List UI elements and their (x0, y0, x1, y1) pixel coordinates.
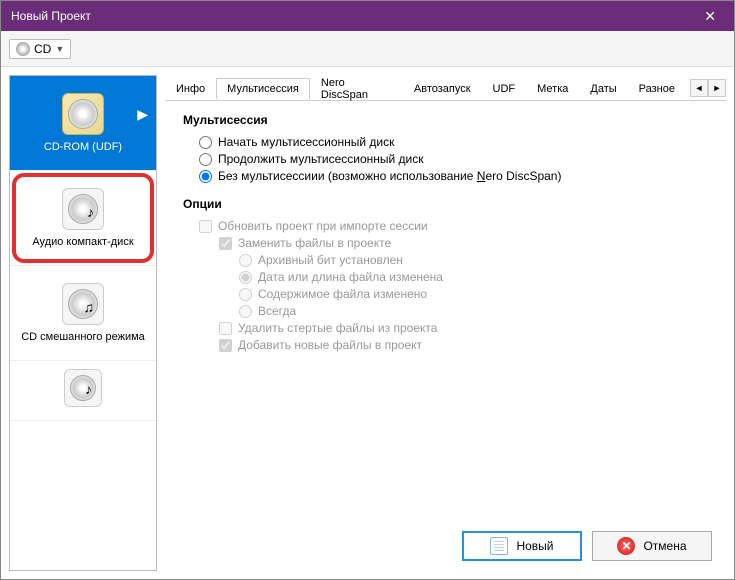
radio-always: Всегда (239, 304, 708, 318)
tab-misc[interactable]: Разное (628, 78, 686, 99)
sidebar-item-label: CD смешанного режима (17, 331, 149, 343)
options-title: Опции (183, 197, 708, 211)
radio-input[interactable] (199, 136, 212, 149)
radio-input (239, 271, 252, 284)
tab-autorun[interactable]: Автозапуск (403, 78, 482, 99)
check-label: Удалить стертые файлы из проекта (238, 321, 437, 335)
radio-input (239, 305, 252, 318)
content-area: ▶ CD-ROM (UDF) ♪ Аудио компакт-диск ♫ CD… (1, 67, 734, 579)
chevron-down-icon: ▼ (55, 44, 64, 54)
check-update-project: Обновить проект при импорте сессии (199, 219, 708, 233)
tab-info[interactable]: Инфо (165, 78, 216, 99)
checkbox-input (219, 237, 232, 250)
tab-label[interactable]: Метка (526, 78, 579, 99)
disc-icon (16, 42, 30, 56)
new-button[interactable]: Новый (462, 531, 582, 561)
disc-icon: ♪ (64, 369, 102, 407)
tab-scroll: ◄ ► (690, 79, 726, 97)
check-label: Заменить файлы в проекте (238, 236, 391, 250)
sidebar-item-extra[interactable]: ♪ (10, 361, 156, 421)
tab-scroll-right[interactable]: ► (708, 79, 726, 97)
check-delete-erased: Удалить стертые файлы из проекта (219, 321, 708, 335)
radio-archive-bit: Архивный бит установлен (239, 253, 708, 267)
sidebar-item-audio-cd[interactable]: ♪ Аудио компакт-диск (10, 171, 156, 266)
radio-label: Начать мультисессионный диск (218, 135, 394, 149)
checkbox-input (219, 339, 232, 352)
tab-bar: Инфо Мультисессия Nero DiscSpan Автозапу… (165, 75, 726, 101)
radio-label: Без мультисессиии (возможно использовани… (218, 169, 561, 183)
radio-input[interactable] (199, 170, 212, 183)
audio-disc-icon: ♪ (62, 188, 104, 230)
toolbar: CD ▼ (1, 31, 734, 67)
window-title: Новый Проект (11, 9, 91, 23)
main-panel: Инфо Мультисессия Nero DiscSpan Автозапу… (165, 75, 726, 571)
disc-type-dropdown[interactable]: CD ▼ (9, 39, 71, 59)
multisession-title: Мультисессия (183, 113, 708, 127)
sidebar-item-mixed-cd[interactable]: ♫ CD смешанного режима (10, 266, 156, 361)
radio-content-changed: Содержимое файла изменено (239, 287, 708, 301)
tab-scroll-left[interactable]: ◄ (690, 79, 708, 97)
new-doc-icon (490, 537, 508, 555)
radio-input (239, 288, 252, 301)
close-button[interactable]: ✕ (696, 8, 724, 25)
radio-start-multisession[interactable]: Начать мультисессионный диск (199, 135, 708, 149)
checkbox-input (199, 220, 212, 233)
mixed-disc-icon: ♫ (62, 283, 104, 325)
tab-discspan[interactable]: Nero DiscSpan (310, 72, 403, 105)
check-replace-files: Заменить файлы в проекте (219, 236, 708, 250)
new-project-window: Новый Проект ✕ CD ▼ ▶ CD-ROM (UDF) ♪ Ауд… (0, 0, 735, 580)
check-add-new: Добавить новые файлы в проект (219, 338, 708, 352)
sidebar-item-label: Аудио компакт-диск (28, 236, 137, 248)
sidebar-item-cdrom-udf[interactable]: ▶ CD-ROM (UDF) (10, 76, 156, 171)
footer-buttons: Новый ✕ Отмена (165, 521, 726, 571)
titlebar: Новый Проект ✕ (1, 1, 734, 31)
radio-label: Всегда (258, 304, 296, 318)
check-label: Добавить новые файлы в проект (238, 338, 422, 352)
tab-multisession[interactable]: Мультисессия (216, 78, 310, 99)
check-label: Обновить проект при импорте сессии (218, 219, 428, 233)
folder-disc-icon (62, 93, 104, 135)
project-type-sidebar: ▶ CD-ROM (UDF) ♪ Аудио компакт-диск ♫ CD… (9, 75, 157, 571)
button-label: Новый (516, 539, 553, 553)
radio-continue-multisession[interactable]: Продолжить мультисессионный диск (199, 152, 708, 166)
checkbox-input (219, 322, 232, 335)
tab-udf[interactable]: UDF (482, 78, 527, 99)
button-label: Отмена (643, 539, 686, 553)
radio-no-multisession[interactable]: Без мультисессиии (возможно использовани… (199, 169, 708, 183)
sidebar-item-label: CD-ROM (UDF) (40, 141, 126, 153)
radio-label: Архивный бит установлен (258, 253, 403, 267)
radio-label: Содержимое файла изменено (258, 287, 427, 301)
disc-type-label: CD (34, 42, 51, 56)
radio-label: Дата или длина файла изменена (258, 270, 443, 284)
multisession-panel: Мультисессия Начать мультисессионный дис… (165, 101, 726, 521)
cancel-icon: ✕ (617, 537, 635, 555)
radio-input (239, 254, 252, 267)
arrow-right-icon: ▶ (137, 106, 148, 123)
radio-date-changed: Дата или длина файла изменена (239, 270, 708, 284)
radio-input[interactable] (199, 153, 212, 166)
radio-label: Продолжить мультисессионный диск (218, 152, 424, 166)
cancel-button[interactable]: ✕ Отмена (592, 531, 712, 561)
tab-dates[interactable]: Даты (579, 78, 627, 99)
